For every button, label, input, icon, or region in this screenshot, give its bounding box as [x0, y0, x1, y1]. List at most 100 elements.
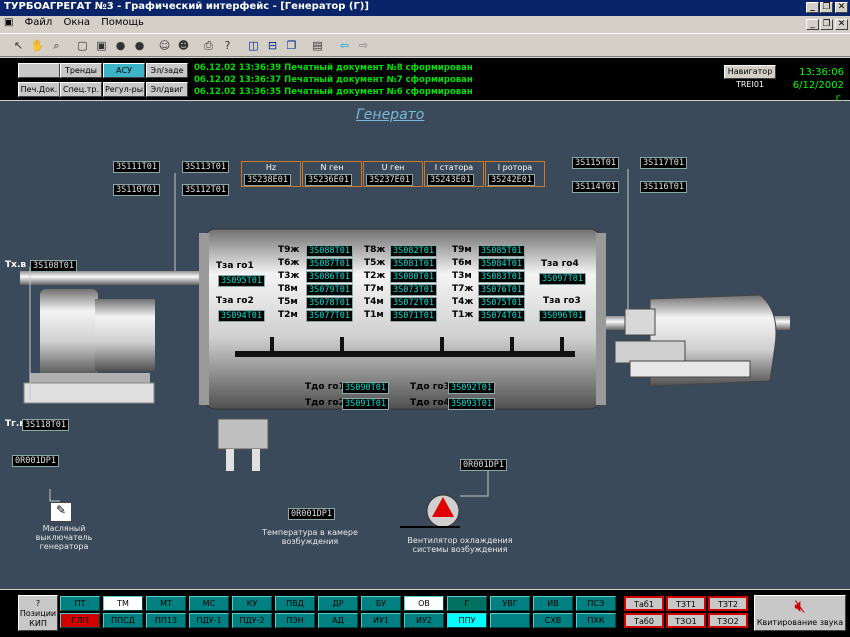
row1-button-7[interactable]: БУ	[361, 596, 401, 611]
users-icon[interactable]: ☺	[156, 37, 173, 54]
zoom-out-icon[interactable]: ●	[131, 37, 148, 54]
stator-tag[interactable]: 3S074T01	[478, 310, 525, 322]
row1-button-9[interactable]: Г	[447, 596, 487, 611]
tag-fan[interactable]: 0R001DP1	[460, 459, 507, 471]
zoom-icon[interactable]: ⌕	[48, 37, 65, 54]
stator-tag[interactable]: 3S076T01	[478, 284, 525, 296]
close-button[interactable]: ✕	[835, 2, 848, 13]
stator-tag[interactable]: 3S079T01	[306, 284, 353, 296]
tag-3S095T01[interactable]: 3S095T01	[218, 275, 265, 287]
restore-button[interactable]: ❐	[820, 2, 833, 13]
row2-button-6[interactable]: АД	[318, 613, 358, 628]
tag-3S113T01[interactable]: 3S113T01	[182, 161, 229, 173]
stator-tag[interactable]: 3S086T01	[306, 271, 353, 283]
tag-3S092T01[interactable]: 3S092T01	[448, 382, 495, 394]
app-icon[interactable]: ▣	[0, 16, 17, 29]
stator-tag[interactable]: 3S071T01	[390, 310, 437, 322]
fit-icon[interactable]: ▣	[93, 37, 110, 54]
row2-button-12[interactable]: ПХК	[576, 613, 616, 628]
stator-tag[interactable]: 3S084T01	[478, 258, 525, 270]
tile-vertical-icon[interactable]: ◫	[245, 37, 262, 54]
tag-3S094T01[interactable]: 3S094T01	[218, 310, 265, 322]
tag-3S112T01[interactable]: 3S112T01	[182, 184, 229, 196]
screen-icon[interactable]: ▤	[309, 37, 326, 54]
param-i-rotor[interactable]: I ротора 3S242E01	[485, 161, 545, 187]
stator-tag[interactable]: 3S087T01	[306, 258, 353, 270]
row2-button-1[interactable]: ППСД	[103, 613, 143, 628]
row2-button-11[interactable]: СХВ	[533, 613, 573, 628]
hand-icon[interactable]: ✋	[29, 37, 46, 54]
right2-button-1[interactable]: ТЗО1	[666, 613, 706, 628]
stator-tag[interactable]: 3S073T01	[390, 284, 437, 296]
tag-3S091T01[interactable]: 3S091T01	[342, 398, 389, 410]
regulators-button[interactable]: Регул-ры	[103, 82, 145, 97]
param-i-stator[interactable]: I статора 3S243E01	[424, 161, 484, 187]
print-doc-button[interactable]: Печ.Док.	[18, 82, 60, 97]
tile-horizontal-icon[interactable]: ⊟	[264, 37, 281, 54]
tag-3S108T01[interactable]: 3S108T01	[30, 260, 77, 272]
row2-button-7[interactable]: ИУ1	[361, 613, 401, 628]
frame-icon[interactable]: ▢	[74, 37, 91, 54]
row2-button-3[interactable]: ПДУ-1	[189, 613, 229, 628]
doc-close-button[interactable]: ✕	[835, 19, 848, 30]
right1-button-0[interactable]: Таб1	[624, 596, 664, 611]
stator-tag[interactable]: 3S082T01	[390, 245, 437, 257]
stator-tag[interactable]: 3S077T01	[306, 310, 353, 322]
menu-file[interactable]: Файл	[21, 16, 57, 29]
row2-button-8[interactable]: ИУ2	[404, 613, 444, 628]
el-motors-button[interactable]: Эл/двиг	[146, 82, 188, 97]
el-zade-button[interactable]: Эл/заде	[146, 63, 188, 78]
row2-button-4[interactable]: ПДУ-2	[232, 613, 272, 628]
stator-tag[interactable]: 3S083T01	[478, 271, 525, 283]
tag-3S116T01[interactable]: 3S116T01	[640, 181, 687, 193]
row1-button-0[interactable]: ПТ	[60, 596, 100, 611]
print-icon[interactable]: ⎙	[200, 37, 217, 54]
row1-button-1[interactable]: ТМ	[103, 596, 143, 611]
row1-button-4[interactable]: КУ	[232, 596, 272, 611]
row1-button-8[interactable]: ОВ	[404, 596, 444, 611]
doc-restore-button[interactable]: ❐	[820, 19, 833, 30]
minimize-button[interactable]: _	[806, 2, 819, 13]
tag-3S093T01[interactable]: 3S093T01	[448, 398, 495, 410]
user-icon[interactable]: ☻	[175, 37, 192, 54]
menu-windows[interactable]: Окна	[59, 16, 94, 29]
stator-tag[interactable]: 3S085T01	[478, 245, 525, 257]
row2-button-10[interactable]	[490, 613, 530, 628]
param-hz[interactable]: Hz 3S238E01	[241, 161, 301, 187]
row1-button-5[interactable]: ПВД	[275, 596, 315, 611]
tag-3S110T01[interactable]: 3S110T01	[113, 184, 160, 196]
stator-tag[interactable]: 3S088T01	[306, 245, 353, 257]
tag-temperature[interactable]: 0R001DP1	[288, 508, 335, 520]
row2-button-5[interactable]: ПЭН	[275, 613, 315, 628]
cascade-icon[interactable]: ❐	[283, 37, 300, 54]
pointer-icon[interactable]: ↖	[10, 37, 27, 54]
acknowledge-sound-button[interactable]: 🔇︎ Квитирование звука	[754, 595, 846, 631]
doc-minimize-button[interactable]: _	[806, 19, 819, 30]
row1-button-2[interactable]: МТ	[146, 596, 186, 611]
tag-3S114T01[interactable]: 3S114T01	[572, 181, 619, 193]
row1-button-10[interactable]: УВГ	[490, 596, 530, 611]
kip-positions-button[interactable]: ? Позиции КИП	[18, 595, 58, 631]
zoom-in-icon[interactable]: ●	[112, 37, 129, 54]
tag-oil-switch[interactable]: 0R001DP1	[12, 455, 59, 467]
asu-button[interactable]: АСУ	[103, 63, 145, 78]
row1-button-12[interactable]: ПСЭ	[576, 596, 616, 611]
stator-tag[interactable]: 3S078T01	[306, 297, 353, 309]
help-icon[interactable]: ?	[219, 37, 236, 54]
row1-button-6[interactable]: ДР	[318, 596, 358, 611]
row2-button-0[interactable]: ГЛП	[60, 613, 100, 628]
row2-button-2[interactable]: ПП13	[146, 613, 186, 628]
panel-button-blank[interactable]	[18, 63, 60, 78]
tag-3S090T01[interactable]: 3S090T01	[342, 382, 389, 394]
right1-button-2[interactable]: ТЗТ2	[708, 596, 748, 611]
forward-icon[interactable]: ⇨	[355, 37, 372, 54]
stator-tag[interactable]: 3S080T01	[390, 271, 437, 283]
tag-3S115T01[interactable]: 3S115T01	[572, 157, 619, 169]
param-n-gen[interactable]: N ген 3S236E01	[302, 161, 362, 187]
right2-button-2[interactable]: ТЗО2	[708, 613, 748, 628]
row2-button-9[interactable]: ППУ	[447, 613, 487, 628]
tag-3S096T01[interactable]: 3S096T01	[539, 310, 586, 322]
row1-button-11[interactable]: ИВ	[533, 596, 573, 611]
tag-3S117T01[interactable]: 3S117T01	[640, 157, 687, 169]
tag-3S097T01[interactable]: 3S097T01	[539, 273, 586, 285]
